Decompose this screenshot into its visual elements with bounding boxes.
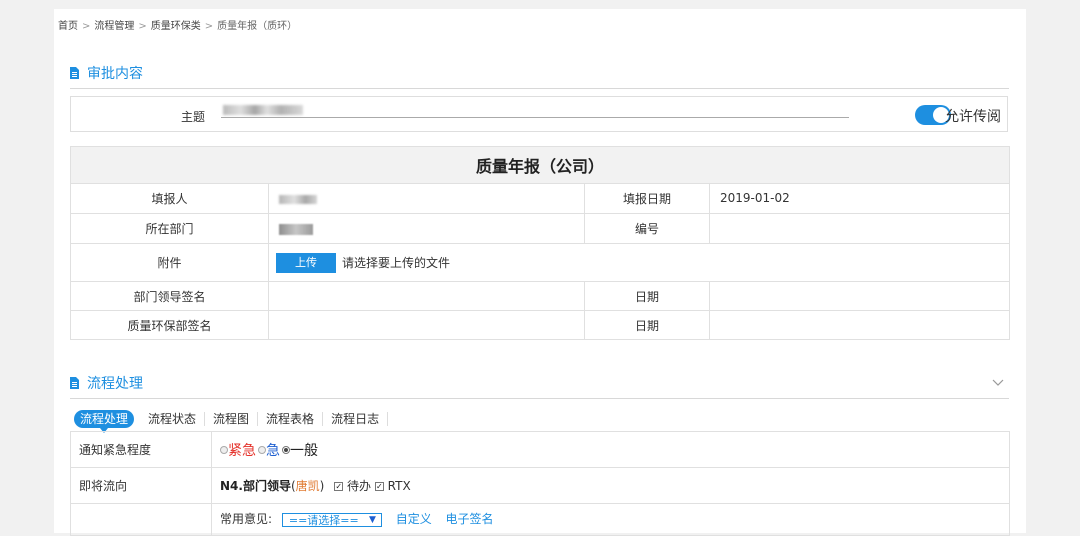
- urgency-radio-normal[interactable]: [282, 445, 290, 454]
- urgency-urgent-label: 紧急: [228, 442, 256, 459]
- document-icon: [70, 377, 79, 389]
- chevron-down-icon[interactable]: [992, 377, 1004, 389]
- report-form-table: 质量年报（公司） 填报人 填报日期 2019-01-02 所在部门 编号 附件 …: [69, 146, 1011, 340]
- dept-value: [268, 213, 585, 244]
- breadcrumb-process-mgmt[interactable]: 流程管理: [94, 21, 134, 32]
- tab-diagram[interactable]: 流程图: [205, 412, 259, 426]
- breadcrumb-separator: >: [204, 21, 214, 32]
- section-divider: [70, 88, 1009, 89]
- dept-redacted: [279, 223, 313, 235]
- next-person-close: ): [319, 479, 325, 493]
- breadcrumb-quality-env[interactable]: 质量环保类: [151, 21, 201, 32]
- urgency-label: 通知紧急程度: [70, 431, 212, 468]
- approval-section-label: 审批内容: [87, 66, 143, 82]
- process-tabs: 流程处理 流程状态 流程图 流程表格 流程日志: [74, 409, 389, 433]
- todo-checkbox[interactable]: ✓: [334, 482, 344, 491]
- upload-button[interactable]: 上传: [276, 252, 336, 273]
- report-date-label: 填报日期: [584, 183, 710, 214]
- common-opinion-label: 常用意见:: [220, 512, 273, 526]
- process-table: 通知紧急程度 紧急急一般 即将流向 N4.部门领导(唐凯) ✓ 待办 ✓ RTX…: [70, 431, 1010, 536]
- rtx-checkbox[interactable]: ✓: [374, 482, 384, 491]
- breadcrumb-current: 质量年报（质环）: [217, 21, 298, 32]
- select-placeholder: ==请选择==: [288, 513, 359, 527]
- opinion-cell: 常用意见: ==请选择== ▼ 自定义 电子签名: [211, 503, 1010, 536]
- next-flow-value: N4.部门领导(唐凯) ✓ 待办 ✓ RTX: [211, 467, 1010, 504]
- reporter-redacted: [279, 194, 317, 204]
- qe-dept-sign-date[interactable]: [708, 310, 1011, 340]
- breadcrumb-separator: >: [138, 21, 147, 32]
- dept-leader-sign-date[interactable]: [708, 281, 1011, 311]
- tab-status[interactable]: 流程状态: [140, 412, 206, 426]
- breadcrumb-home[interactable]: 首页: [58, 21, 78, 32]
- tab-log[interactable]: 流程日志: [323, 412, 389, 426]
- tab-table[interactable]: 流程表格: [258, 412, 324, 426]
- common-opinion-select[interactable]: ==请选择== ▼: [281, 512, 382, 527]
- custom-link[interactable]: 自定义: [396, 512, 432, 526]
- dept-label: 所在部门: [70, 213, 269, 244]
- process-section-label: 流程处理: [87, 376, 143, 392]
- subject-label: 主题: [181, 110, 206, 124]
- dept-leader-sign-label: 部门领导签名: [70, 281, 269, 311]
- qe-dept-sign-label: 质量环保部签名: [70, 310, 269, 340]
- document-icon: [70, 67, 79, 79]
- qe-dept-sign-value[interactable]: [268, 310, 585, 340]
- upload-hint: 请选择要上传的文件: [342, 256, 451, 270]
- section-divider: [70, 398, 1009, 399]
- urgency-options: 紧急急一般: [211, 431, 1010, 468]
- subject-input[interactable]: [221, 117, 849, 118]
- next-node: N4.部门领导: [220, 479, 291, 493]
- number-label: 编号: [584, 213, 710, 244]
- todo-label: 待办: [347, 479, 372, 493]
- tab-process[interactable]: 流程处理: [74, 410, 135, 433]
- reporter-label: 填报人: [70, 183, 269, 214]
- next-flow-label: 即将流向: [70, 467, 212, 504]
- approval-section-title: 审批内容: [70, 63, 143, 83]
- opinion-label-cell: [70, 503, 212, 536]
- urgency-high-label: 急: [266, 442, 280, 459]
- breadcrumb-separator: >: [82, 21, 91, 32]
- reporter-value: [268, 183, 585, 214]
- attachment-cell: 上传 请选择要上传的文件: [267, 243, 1011, 282]
- dropdown-caret-icon: ▼: [368, 514, 376, 525]
- esign-link[interactable]: 电子签名: [446, 512, 494, 526]
- page-container: 首页 > 流程管理 > 质量环保类 > 质量年报（质环） 审批内容 主题 允许传阅 质量年报…: [54, 9, 1026, 536]
- urgency-radio-high[interactable]: [258, 445, 266, 454]
- allow-circulate-label: 允许传阅: [945, 109, 1001, 125]
- subject-row: 主题 允许传阅: [70, 96, 1008, 132]
- subject-value-redacted: [223, 105, 303, 115]
- attachment-label: 附件: [70, 243, 269, 282]
- date-label: 日期: [584, 310, 710, 340]
- date-label: 日期: [584, 281, 710, 311]
- process-section-title: 流程处理: [70, 373, 143, 393]
- urgency-normal-label: 一般: [290, 442, 318, 459]
- urgency-radio-urgent[interactable]: [220, 445, 228, 454]
- form-title: 质量年报（公司）: [69, 146, 1011, 184]
- report-date-value[interactable]: 2019-01-02: [708, 183, 1011, 214]
- dept-leader-sign-value[interactable]: [268, 281, 585, 311]
- next-person[interactable]: 唐凯: [296, 479, 320, 493]
- number-value[interactable]: [708, 213, 1011, 244]
- breadcrumb: 首页 > 流程管理 > 质量环保类 > 质量年报（质环）: [58, 17, 297, 32]
- rtx-label: RTX: [387, 479, 411, 493]
